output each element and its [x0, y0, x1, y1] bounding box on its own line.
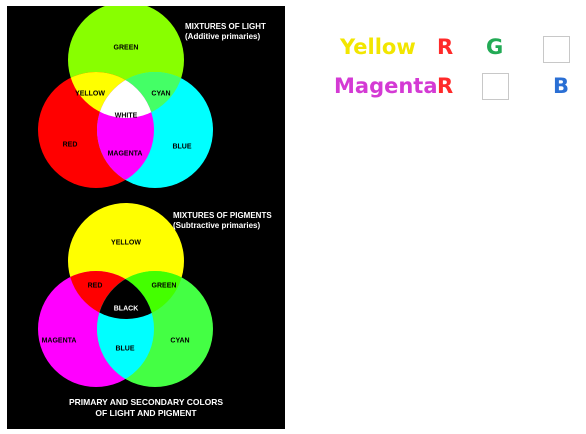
light-title: MIXTURES OF LIGHT	[185, 22, 266, 31]
pigment-label-green: GREEN	[151, 282, 177, 290]
light-subtitle: (Additive primaries)	[185, 32, 261, 41]
quiz-row2-letter-b: B	[553, 74, 570, 98]
pigment-label-cyan: CYAN	[170, 337, 190, 345]
light-label-yellow: YELLOW	[75, 90, 105, 98]
pigment-subtitle: (Subtractive primaries)	[173, 221, 261, 230]
pigment-label-magenta: MAGENTA	[41, 337, 77, 345]
quiz-row2-letter-r: R	[437, 74, 454, 98]
pigment-label-blue: BLUE	[115, 345, 135, 353]
pigment-title: MIXTURES OF PIGMENTS	[173, 211, 272, 220]
quiz-row1-blue-answer-box[interactable]	[543, 36, 570, 63]
quiz-word-yellow: Yellow	[340, 35, 416, 59]
figure-caption-line1: PRIMARY AND SECONDARY COLORS	[68, 397, 224, 407]
pigment-label-yellow: YELLOW	[111, 239, 141, 247]
light-label-red: RED	[62, 141, 78, 149]
light-label-magenta: MAGENTA	[107, 150, 143, 158]
quiz-row1-letter-g: G	[486, 35, 504, 59]
figure-caption-line2: OF LIGHT AND PIGMENT	[95, 408, 197, 418]
light-label-blue: BLUE	[172, 143, 192, 151]
quiz-row2-green-answer-box[interactable]	[482, 73, 509, 100]
quiz-word-magenta: Magenta	[334, 74, 438, 98]
light-label-cyan: CYAN	[151, 90, 171, 98]
light-label-green: GREEN	[113, 44, 139, 52]
light-label-white: WHITE	[114, 112, 138, 120]
pigment-label-black: BLACK	[113, 305, 139, 313]
color-mixing-figure: MIXTURES OF LIGHT (Additive primaries) M…	[7, 6, 285, 429]
quiz-row1-letter-r: R	[437, 35, 454, 59]
pigment-label-red: RED	[87, 282, 103, 290]
